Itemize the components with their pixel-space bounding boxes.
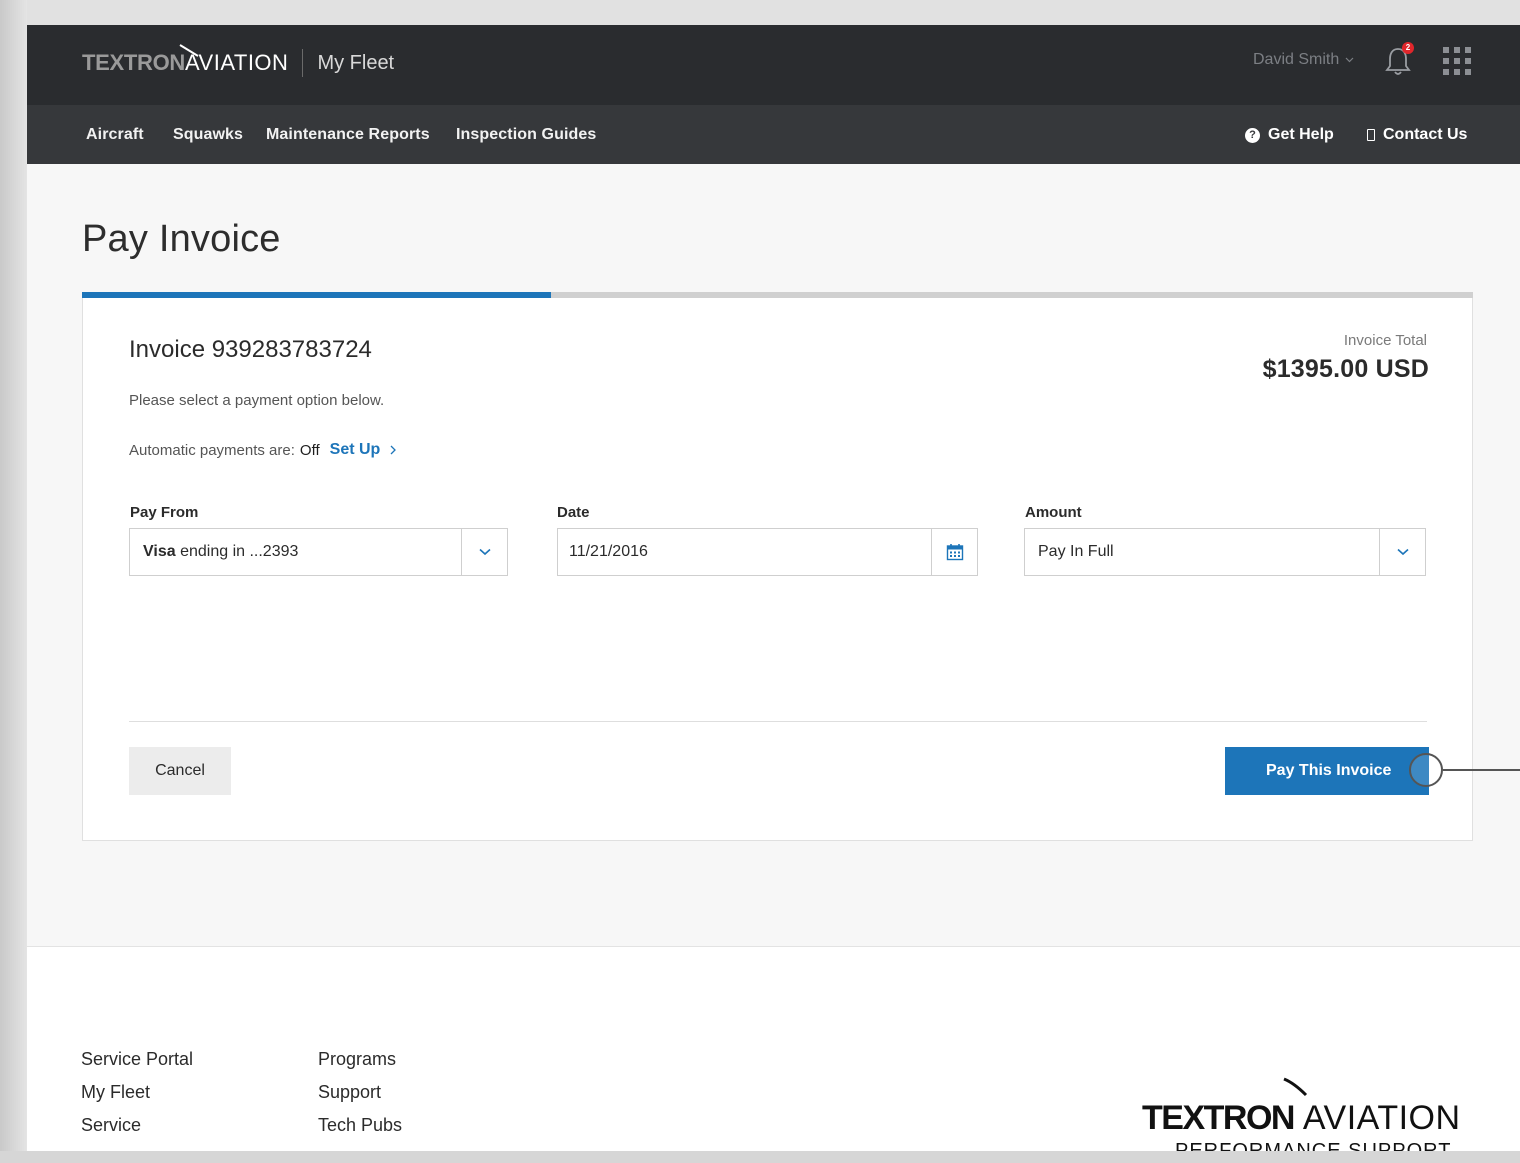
calendar-button[interactable] (931, 529, 977, 575)
footer-logo-textron: TEXTRON (1142, 1099, 1295, 1137)
payment-hint: Please select a payment option below. (129, 392, 385, 409)
brand[interactable]: TEXTRONAVIATION My Fleet (82, 43, 394, 83)
help-circle-icon: ? (1245, 127, 1260, 143)
chevron-down-icon (1396, 548, 1409, 556)
footer-textron-logo: TEXTRON AVIATION PERFORMANCE SUPPORT (1142, 1077, 1482, 1151)
contact-us-label: Contact Us (1383, 126, 1468, 143)
notification-badge: 2 (1402, 42, 1414, 54)
screen-frame-left (0, 0, 27, 1163)
logo-swoosh-icon (179, 44, 199, 57)
user-name: David Smith (1253, 51, 1340, 68)
nav-item-maintenance-reports[interactable]: Maintenance Reports (266, 126, 430, 144)
pay-from-value: Visa ending in ...2393 (130, 543, 461, 561)
app-window: TEXTRONAVIATION My Fleet David Smith 2 A… (27, 25, 1520, 1151)
footer-link-tech-pubs[interactable]: Tech Pubs (318, 1115, 402, 1136)
screen-frame-bottom (0, 1151, 1520, 1163)
amount-select[interactable]: Pay In Full (1024, 528, 1426, 576)
pay-invoice-button[interactable]: Pay This Invoice (1225, 747, 1429, 795)
page-title: Pay Invoice (82, 218, 281, 260)
chevron-right-icon (390, 445, 397, 455)
autopay-state: Off (299, 441, 320, 459)
phone-icon (1367, 129, 1375, 141)
get-help-label: Get Help (1268, 126, 1334, 143)
nav-item-squawks[interactable]: Squawks (173, 126, 243, 144)
apps-grid-icon[interactable] (1443, 47, 1471, 75)
footer-link-service[interactable]: Service (81, 1115, 141, 1136)
invoice-total-label: Invoice Total (1343, 332, 1427, 349)
invoice-title: Invoice 939283783724 (129, 336, 372, 363)
logo-swoosh-icon (1283, 1077, 1308, 1097)
brand-separator (302, 49, 304, 77)
invoice-card: Invoice 939283783724 Invoice Total $1395… (82, 298, 1473, 841)
pay-from-brand: Visa (143, 543, 176, 560)
screen-frame-top (0, 0, 1520, 25)
user-menu[interactable]: David Smith (1253, 51, 1354, 69)
callout-line (1443, 769, 1520, 771)
app-name: My Fleet (317, 51, 395, 74)
footer-logo-subtitle: PERFORMANCE SUPPORT (1175, 1140, 1452, 1151)
chevron-down-icon (1345, 57, 1354, 63)
calendar-icon (946, 544, 963, 561)
amount-dropdown-button[interactable] (1379, 529, 1425, 575)
pay-from-label: Pay From (130, 504, 199, 521)
setup-label: Set Up (329, 441, 381, 458)
get-help-link[interactable]: ? Get Help (1245, 126, 1334, 144)
footer: Service Portal My Fleet Service Programs… (27, 946, 1520, 1151)
date-label: Date (557, 504, 590, 521)
date-value: 11/21/2016 (569, 543, 648, 560)
date-field[interactable]: 11/21/2016 (557, 528, 978, 576)
footer-link-service-portal[interactable]: Service Portal (81, 1049, 193, 1070)
textron-aviation-logo: TEXTRONAVIATION (82, 44, 288, 76)
invoice-total-value: $1395.00 USD (1262, 355, 1429, 383)
chevron-down-icon (478, 548, 491, 556)
footer-logo-wordmark: TEXTRON AVIATION (1142, 1099, 1461, 1138)
autopay-label: Automatic payments are: (129, 441, 295, 459)
pay-from-select[interactable]: Visa ending in ...2393 (129, 528, 508, 576)
pay-from-detail: ending in ...2393 (180, 543, 299, 560)
nav-item-inspection-guides[interactable]: Inspection Guides (456, 126, 596, 144)
footer-link-my-fleet[interactable]: My Fleet (81, 1082, 150, 1103)
logo-textron-text: TEXTRON (82, 50, 186, 75)
footer-logo-aviation: AVIATION (1302, 1099, 1461, 1137)
footer-link-programs[interactable]: Programs (318, 1049, 396, 1070)
autopay-status: Automatic payments are: Off Set Up (129, 441, 397, 459)
contact-us-link[interactable]: Contact Us (1367, 126, 1467, 144)
main-nav: Aircraft Squawks Maintenance Reports Ins… (27, 105, 1520, 164)
top-bar: TEXTRONAVIATION My Fleet David Smith 2 (27, 25, 1520, 105)
pay-from-dropdown-button[interactable] (461, 529, 507, 575)
amount-label: Amount (1025, 504, 1082, 521)
amount-value: Pay In Full (1038, 543, 1114, 560)
autopay-setup-link[interactable]: Set Up (330, 441, 397, 459)
cancel-button[interactable]: Cancel (129, 747, 231, 795)
tap-marker (1409, 753, 1443, 787)
nav-item-aircraft[interactable]: Aircraft (86, 126, 144, 144)
footer-link-support[interactable]: Support (318, 1082, 381, 1103)
actions-divider (129, 721, 1427, 722)
